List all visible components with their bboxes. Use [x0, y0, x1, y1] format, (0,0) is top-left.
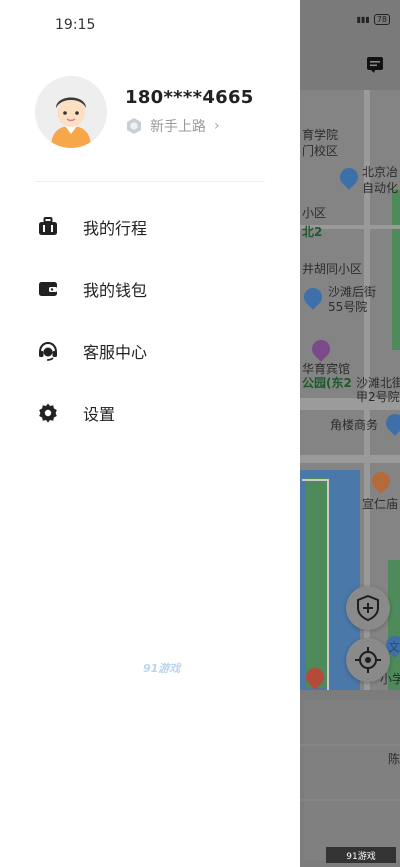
menu-item-label: 我的钱包	[83, 281, 148, 300]
menu-item-wallet[interactable]: 我的钱包	[36, 269, 266, 309]
wallet-icon	[36, 277, 60, 301]
locate-me-button[interactable]	[346, 638, 390, 682]
menu-item-label: 客服中心	[83, 343, 148, 362]
chevron-right-icon: ›	[214, 118, 220, 134]
side-drawer: 19:15 180****4665 新手上路 › 我的行程 我的钱包 客服中心 …	[0, 0, 300, 867]
map-label: 小区	[302, 206, 327, 220]
system-status-icons: ▮▮▮ 78	[357, 14, 390, 25]
headset-icon	[36, 339, 60, 363]
corner-watermark: 91游戏	[326, 847, 396, 863]
corner-watermark-text: 91游戏	[346, 851, 376, 862]
gear-icon	[36, 401, 60, 425]
map-label: 宣仁庙	[362, 497, 399, 511]
map-view[interactable]: ▮▮▮ 78 育学院 门校区 北京冶 自动化 小区 北2 井胡同小区 沙滩后街 …	[300, 0, 400, 867]
menu-item-label: 设置	[83, 405, 116, 424]
user-phone[interactable]: 180****4665	[125, 87, 254, 108]
map-label: 甲2号院	[356, 390, 400, 404]
map-label: 角楼商务	[330, 418, 379, 432]
map-label: 北京冶	[362, 165, 399, 179]
avatar[interactable]	[35, 76, 107, 148]
message-icon[interactable]	[366, 56, 384, 74]
map-label: 陈	[388, 752, 400, 766]
user-level-label: 新手上路	[150, 119, 206, 135]
menu-item-support[interactable]: 客服中心	[36, 331, 266, 371]
map-label: 门校区	[302, 144, 339, 158]
map-label: 沙滩后街	[328, 285, 377, 299]
user-avatar-icon	[35, 76, 107, 148]
map-label: 井胡同小区	[302, 262, 363, 276]
map-label: 公园(东2	[302, 376, 352, 390]
status-time: 19:15	[55, 17, 96, 33]
signal-icon: ▮▮▮	[356, 15, 370, 24]
safety-shield-button[interactable]	[346, 586, 390, 630]
map-label: 华育宾馆	[302, 362, 351, 376]
menu-item-label: 我的行程	[83, 219, 148, 238]
map-label: 沙滩北街	[356, 376, 400, 390]
menu-item-settings[interactable]: 设置	[36, 393, 266, 433]
battery-indicator: 78	[373, 14, 390, 25]
user-level-link[interactable]: 新手上路 ›	[125, 116, 220, 136]
map-label: 北2	[302, 225, 323, 239]
map-label: 自动化	[362, 181, 399, 195]
luggage-icon	[36, 215, 60, 239]
shield-icon	[357, 594, 379, 622]
map-label: 育学院	[302, 128, 339, 142]
menu-item-trips[interactable]: 我的行程	[36, 207, 266, 247]
profile-divider	[35, 181, 265, 182]
map-label: 55号院	[328, 300, 368, 314]
level-badge-icon	[127, 118, 141, 134]
crosshair-icon	[355, 647, 381, 673]
center-watermark: 91游戏	[143, 662, 181, 675]
